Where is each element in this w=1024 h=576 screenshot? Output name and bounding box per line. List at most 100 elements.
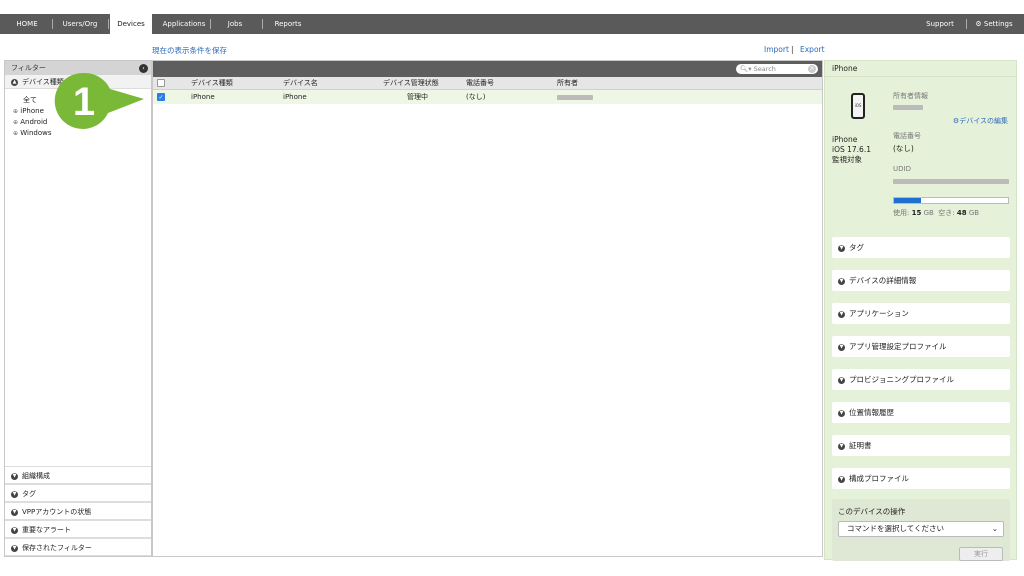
chevron-down-icon: ▼ [838,442,845,450]
chevron-down-icon: ▼ [838,376,845,384]
detail-title: iPhone [825,61,1016,77]
nav-support[interactable]: Support [922,14,958,34]
col-phone[interactable]: 電話番号 [466,77,494,90]
nav-home[interactable]: HOME [8,14,46,34]
udid-label: UDID [893,165,911,173]
chevron-down-icon: ▼ [838,343,845,351]
col-device-type[interactable]: デバイス種類 [191,77,233,90]
row-checkbox[interactable]: ✓ [157,93,165,101]
nav-applications[interactable]: Applications [160,14,208,34]
device-actions: このデバイスの操作 コマンドを選択してください ⌄ 実行 [832,499,1010,561]
filter-item-label: Android [20,118,48,126]
cell-status: 管理中 [407,93,428,101]
nav-settings[interactable]: ⚙ Settings [972,14,1016,34]
free-unit: GB [968,209,980,217]
section-app-config[interactable]: ▼ アプリ管理設定プロファイル [832,336,1010,357]
section-device-details[interactable]: ▼ デバイスの詳細情報 [832,270,1010,291]
section-label: 組織構成 [22,472,50,480]
section-label: 重要なアラート [22,526,71,534]
chevron-up-icon: ▲ [11,78,18,86]
plus-circle-icon: ⊕ [13,108,19,115]
select-all-checkbox[interactable] [157,79,165,87]
search-input[interactable]: 🔍︎▾ Search × [736,64,818,74]
clear-icon[interactable]: × [808,65,816,73]
device-os: iOS 17.6.1 [832,145,871,154]
free-label: 空き: [938,209,955,217]
chevron-down-icon: ▼ [11,490,18,498]
table-row[interactable]: ✓ iPhone iPhone 管理中 (なし) [153,90,822,104]
chevron-down-icon: ▼ [838,475,845,483]
nav-settings-label: Settings [983,20,1013,28]
search-icon: 🔍︎▾ [740,65,752,73]
export-link[interactable]: Export [800,45,825,54]
cell-phone: (なし) [466,93,486,101]
section-applications[interactable]: ▼ アプリケーション [832,303,1010,324]
step-callout: 1 [54,72,144,129]
filter-section-vpp[interactable]: ▼ VPPアカウントの状態 [5,502,151,520]
filter-bottom-sections: ▼ 組織構成 ▼ タグ ▼ VPPアカウントの状態 ▼ 重要なアラート ▼ 保存されたフィ… [5,466,151,556]
list-toolbar: 🔍︎▾ Search × [153,61,822,77]
section-label: アプリ管理設定プロファイル [849,342,947,351]
top-nav-bar: HOME Users/Org Devices Applications Jobs… [0,14,1024,34]
import-link[interactable]: Import [764,45,789,54]
chevron-down-icon: ▼ [11,526,18,534]
chevron-down-icon: ▼ [838,244,845,252]
owner-value-redacted [893,103,923,112]
phone-label: 電話番号 [893,132,921,140]
chevron-down-icon: ▼ [11,472,18,480]
section-label: 構成プロファイル [849,474,909,483]
section-config-profiles[interactable]: ▼ 構成プロファイル [832,468,1010,489]
filter-section-org[interactable]: ▼ 組織構成 [5,466,151,484]
section-provisioning[interactable]: ▼ プロビジョニングプロファイル [832,369,1010,390]
execute-button[interactable]: 実行 [959,547,1003,561]
cell-device-type: iPhone [191,93,215,101]
udid-value-redacted [893,177,1009,186]
nav-users-org[interactable]: Users/Org [58,14,102,34]
section-label: プロビジョニングプロファイル [849,375,954,384]
chevron-down-icon: ▼ [838,277,845,285]
nav-separator [52,19,53,29]
section-label: タグ [849,243,864,252]
search-placeholder: Search [753,65,776,73]
device-detail-panel: iPhone iOS iPhone iOS 17.6.1 監視対象 所有者情報 … [824,60,1017,561]
callout-number: 1 [73,80,95,124]
filter-section-alerts[interactable]: ▼ 重要なアラート [5,520,151,538]
section-label: アプリケーション [849,309,909,318]
command-select-value: コマンドを選択してください [847,524,945,533]
used-label: 使用: [893,209,910,217]
phone-value: (なし) [893,144,914,153]
nav-separator [108,19,109,29]
table-header: デバイス種類 デバイス名 デバイス管理状態 電話番号 所有者 [153,77,822,90]
device-summary: iPhone iOS 17.6.1 監視対象 [832,135,871,165]
nav-reports[interactable]: Reports [270,14,306,34]
command-select[interactable]: コマンドを選択してください ⌄ [838,521,1004,537]
col-owner[interactable]: 所有者 [557,77,578,90]
section-label: 証明書 [849,441,872,450]
filter-section-tag[interactable]: ▼ タグ [5,484,151,502]
storage-bar [893,197,1009,204]
edit-device-link[interactable]: ⚙デバイスの編集 [953,116,1008,126]
owner-label: 所有者情報 [893,92,928,100]
section-tag[interactable]: ▼ タグ [832,237,1010,258]
phone-icon: iOS [851,93,865,119]
chevron-down-icon: ⌄ [991,524,998,533]
chevron-down-icon: ▼ [11,508,18,516]
filter-item-label: Windows [20,129,52,137]
save-view-link[interactable]: 現在の表示条件を保存 [152,45,227,56]
col-management-status[interactable]: デバイス管理状態 [383,77,439,90]
section-label: 保存されたフィルター [22,544,92,552]
filter-section-saved[interactable]: ▼ 保存されたフィルター [5,538,151,556]
used-unit: GB [923,209,934,217]
chevron-down-icon: ▼ [838,409,845,417]
nav-devices[interactable]: Devices [110,14,152,34]
chevron-down-icon: ▼ [11,544,18,552]
section-certificates[interactable]: ▼ 証明書 [832,435,1010,456]
col-device-name[interactable]: デバイス名 [283,77,318,90]
cell-owner-redacted [557,90,593,104]
nav-jobs[interactable]: Jobs [218,14,252,34]
free-value: 48 [956,209,967,217]
gear-icon: ⚙ [975,20,982,28]
device-supervised: 監視対象 [832,155,862,164]
link-separator: | [791,45,794,54]
section-location-history[interactable]: ▼ 位置情報履歴 [832,402,1010,423]
